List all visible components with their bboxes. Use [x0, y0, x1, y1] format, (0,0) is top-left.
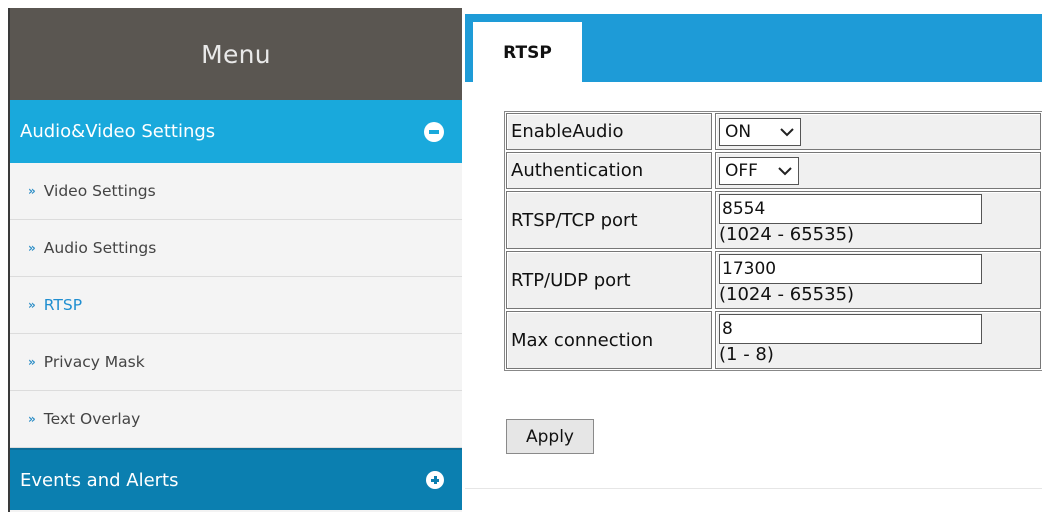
rtsp-tcp-port-cell: 8554 (1024 - 65535)	[715, 191, 1041, 249]
chevron-right-icon: »	[28, 412, 36, 426]
sidebar-item-label: RTSP	[43, 296, 83, 314]
sidebar-item-label: Privacy Mask	[43, 353, 145, 371]
chevron-down-icon	[780, 127, 794, 136]
sidebar-menu: Menu Audio&Video Settings » Video Settin…	[8, 8, 462, 512]
minus-circle-icon[interactable]	[424, 121, 444, 142]
select-value: ON	[725, 121, 752, 142]
rtsp-tcp-port-input[interactable]: 8554	[719, 194, 982, 224]
rtp-udp-port-label: RTP/UDP port	[506, 251, 712, 309]
rtsp-settings-table: EnableAudio ON Authentication OFF RTSP/T…	[504, 111, 1042, 371]
section-label: Events and Alerts	[20, 469, 179, 491]
section-label: Audio&Video Settings	[20, 121, 216, 142]
sidebar-item-audio-settings[interactable]: » Audio Settings	[10, 220, 462, 277]
rtp-udp-port-input[interactable]: 17300	[719, 254, 982, 284]
max-connection-range: (1 - 8)	[719, 344, 774, 365]
enable-audio-cell: ON	[715, 113, 1041, 150]
row-rtsp-tcp-port: RTSP/TCP port 8554 (1024 - 65535)	[506, 191, 1041, 249]
sidebar-item-privacy-mask[interactable]: » Privacy Mask	[10, 334, 462, 391]
authentication-select[interactable]: OFF	[719, 156, 799, 185]
chevron-right-icon: »	[28, 298, 36, 312]
tab-rtsp[interactable]: RTSP	[473, 22, 582, 84]
row-enable-audio: EnableAudio ON	[506, 113, 1041, 150]
menu-title: Menu	[10, 8, 462, 100]
row-max-connection: Max connection 8 (1 - 8)	[506, 311, 1041, 369]
sidebar-item-rtsp[interactable]: » RTSP	[10, 277, 462, 334]
authentication-label: Authentication	[506, 152, 712, 189]
max-connection-input[interactable]: 8	[719, 314, 982, 344]
select-value: OFF	[725, 160, 758, 181]
chevron-right-icon: »	[28, 241, 36, 255]
rtp-udp-port-range: (1024 - 65535)	[719, 284, 855, 305]
authentication-cell: OFF	[715, 152, 1041, 189]
max-connection-label: Max connection	[506, 311, 712, 369]
plus-circle-icon[interactable]	[426, 471, 444, 489]
sidebar-item-label: Video Settings	[43, 182, 156, 200]
sidebar-item-label: Text Overlay	[43, 410, 141, 428]
row-authentication: Authentication OFF	[506, 152, 1041, 189]
sidebar-item-label: Audio Settings	[43, 239, 157, 257]
rtsp-tcp-port-label: RTSP/TCP port	[506, 191, 712, 249]
chevron-right-icon: »	[28, 355, 36, 369]
sidebar-item-video-settings[interactable]: » Video Settings	[10, 163, 462, 220]
chevron-down-icon	[778, 166, 792, 175]
apply-button[interactable]: Apply	[506, 419, 594, 454]
enable-audio-label: EnableAudio	[506, 113, 712, 150]
section-events-and-alerts[interactable]: Events and Alerts	[10, 448, 462, 510]
divider	[465, 488, 1042, 489]
section-audio-video-settings[interactable]: Audio&Video Settings	[10, 100, 462, 163]
sidebar-item-text-overlay[interactable]: » Text Overlay	[10, 391, 462, 448]
rtp-udp-port-cell: 17300 (1024 - 65535)	[715, 251, 1041, 309]
max-connection-cell: 8 (1 - 8)	[715, 311, 1041, 369]
enable-audio-select[interactable]: ON	[719, 117, 801, 146]
row-rtp-udp-port: RTP/UDP port 17300 (1024 - 65535)	[506, 251, 1041, 309]
rtsp-tcp-port-range: (1024 - 65535)	[719, 224, 855, 245]
chevron-right-icon: »	[28, 184, 36, 198]
